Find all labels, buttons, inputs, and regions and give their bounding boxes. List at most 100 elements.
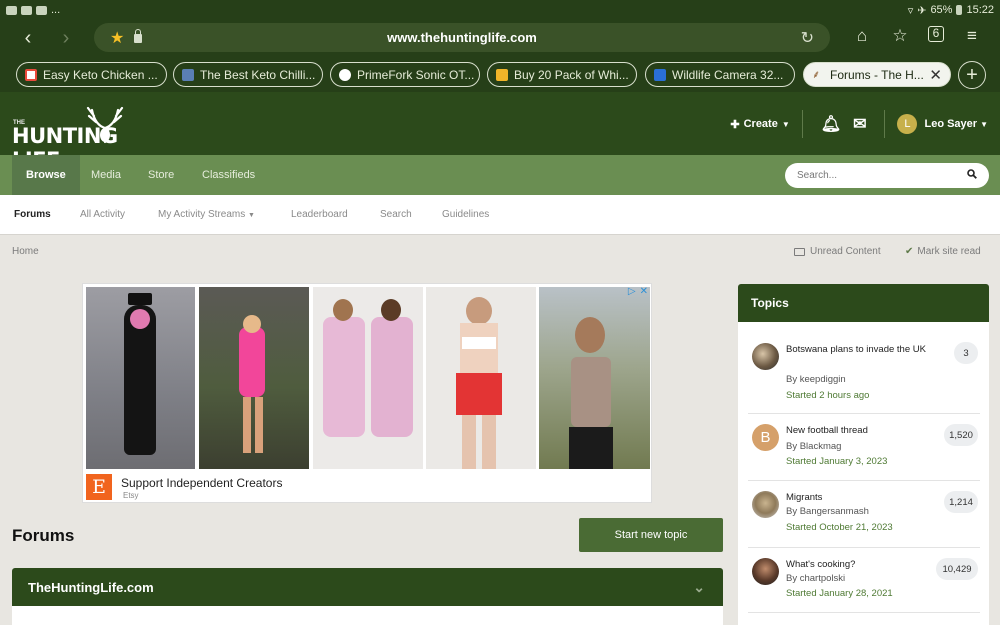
ad-title[interactable]: Support Independent Creators [121,476,282,490]
topic-item[interactable]: What's cooking? By chartpolski Started J… [738,548,989,614]
search-icon[interactable] [967,169,977,179]
airplane-icon: ✈ [917,4,927,17]
ad-footer[interactable]: E Support Independent Creators Etsy [83,470,653,504]
subnav-guidelines[interactable]: Guidelines [442,195,489,235]
subnav-search[interactable]: Search [380,195,412,235]
nav-media[interactable]: Media [91,155,121,195]
ad-image[interactable] [426,287,536,469]
user-avatar[interactable]: L [897,114,918,134]
avatar[interactable] [752,491,779,518]
plus-icon: ✚ [730,118,740,131]
adchoices-icon[interactable]: ▷ ✕ [628,286,648,297]
create-menu[interactable]: ✚ Create ▼ [730,118,789,131]
tab-favicon [182,68,194,81]
unread-content-link[interactable]: Unread Content [794,246,881,257]
divider [801,110,803,138]
bookmarks-icon[interactable]: ☆ [890,26,910,46]
topic-title[interactable]: Migrants [786,490,936,505]
nav-classifieds[interactable]: Classifieds [202,155,255,195]
mail-icon [21,5,32,15]
mark-site-read-link[interactable]: ✔ Mark site read [905,246,981,257]
avatar[interactable] [752,343,779,370]
topics-widget-header: Topics [738,284,989,322]
tab-favicon [25,68,37,81]
tab-keto-chilli[interactable]: The Best Keto Chilli... [173,62,323,87]
subnav-forums[interactable]: Forums [14,195,51,235]
url-text: www.thehuntinglife.com [387,30,537,45]
tab-keto-chicken[interactable]: Easy Keto Chicken ... [16,62,167,87]
divider [884,110,886,138]
tab-label: Buy 20 Pack of Whi... [514,67,629,82]
status-bar: ... ▿ ✈ 65% 15:22 [0,0,1000,20]
unread-icon [794,247,805,256]
topic-author[interactable]: By Blackmag [786,441,841,452]
tab-whistles[interactable]: Buy 20 Pack of Whi... [487,62,637,87]
reload-icon[interactable]: ↻ [801,28,814,48]
site-logo[interactable]: THE HUNTING LIFE [12,102,152,172]
start-new-topic-button[interactable]: Start new topic [579,518,723,552]
envelope-icon[interactable]: ✉ [853,114,866,134]
avatar[interactable] [752,558,779,585]
topic-item[interactable]: Migrants By Bangersanmash Started Octobe… [738,481,989,547]
deer-antler-icon [86,106,124,144]
topic-title[interactable]: Botswana plans to invade the UK [786,342,936,357]
nav-browse[interactable]: Browse [12,155,80,195]
tabs-count-icon[interactable]: 6 [928,26,944,42]
topic-item[interactable]: B New football thread By Blackmag Starte… [738,414,989,480]
address-bar[interactable]: ★ www.thehuntinglife.com ↻ [94,23,830,52]
subnav-label: My Activity Streams [158,209,246,220]
tab-favicon [339,68,351,81]
topic-started: Started January 3, 2023 [786,456,888,467]
reply-count-badge: 10,429 [936,558,978,580]
subnav-leaderboard[interactable]: Leaderboard [291,195,348,235]
topic-author[interactable]: By chartpolski [786,573,845,584]
sub-nav: Forums All Activity My Activity Streams … [0,195,1000,235]
page-title: Forums [12,526,75,545]
tab-primefork[interactable]: PrimeFork Sonic OT... [330,62,480,87]
close-icon[interactable]: ✕ [640,286,648,297]
chevron-down-icon[interactable]: ⌄ [693,579,705,596]
tab-wildlife-camera[interactable]: Wildlife Camera 32... [645,62,795,87]
topic-author[interactable]: By Bangersanmash [786,506,869,517]
tab-favicon [496,68,508,81]
clock: 15:22 [966,4,994,16]
ad-source: Etsy [123,491,139,500]
topic-author[interactable]: By keepdiggin [786,374,846,385]
wifi-icon: ▿ [907,4,914,17]
ad-image[interactable] [86,287,195,469]
tab-favicon: ⸙ [812,68,821,81]
tab-forums-active[interactable]: ⸙ Forums - The H... ✕ [803,62,951,87]
reply-count-badge: 1,520 [944,424,978,446]
back-button[interactable]: ‹ [14,24,42,52]
ad-image[interactable] [199,287,309,469]
battery-icon [956,5,963,15]
search-input[interactable]: Search... [785,163,989,188]
caret-down-icon: ▼ [781,119,790,129]
tab-strip: Easy Keto Chicken ... The Best Keto Chil… [0,56,1000,92]
user-name[interactable]: Leo Sayer [924,118,977,130]
topic-item[interactable]: Botswana plans to invade the UK By keepd… [738,322,989,413]
menu-icon[interactable]: ≡ [962,26,982,46]
subnav-my-activity-streams[interactable]: My Activity Streams ▼ [158,195,255,235]
ad-image[interactable] [539,287,650,469]
topic-title[interactable]: What's cooking? [786,557,936,572]
nav-store[interactable]: Store [148,155,174,195]
topic-title[interactable]: New football thread [786,423,936,438]
bell-icon[interactable]: 🔔︎ [821,114,841,134]
advertisement[interactable]: ▷ ✕ E Support Independent Creators Etsy [82,283,652,503]
tab-label: Forums - The H... [830,67,924,82]
close-tab-icon[interactable]: ✕ [929,66,942,84]
subnav-all-activity[interactable]: All Activity [80,195,125,235]
tab-label: PrimeFork Sonic OT... [357,67,475,82]
forum-category-header[interactable]: TheHuntingLife.com ⌄ [12,568,723,606]
avatar[interactable]: B [752,424,779,451]
forward-button[interactable]: › [52,24,80,52]
new-tab-button[interactable]: + [958,61,986,89]
reply-count-badge: 3 [954,342,978,364]
breadcrumb-home[interactable]: Home [12,246,39,257]
unread-label: Unread Content [810,246,881,257]
forum-category-body [12,606,723,625]
ad-image[interactable] [313,287,423,469]
divider [748,612,980,613]
home-icon[interactable]: ⌂ [852,26,872,46]
